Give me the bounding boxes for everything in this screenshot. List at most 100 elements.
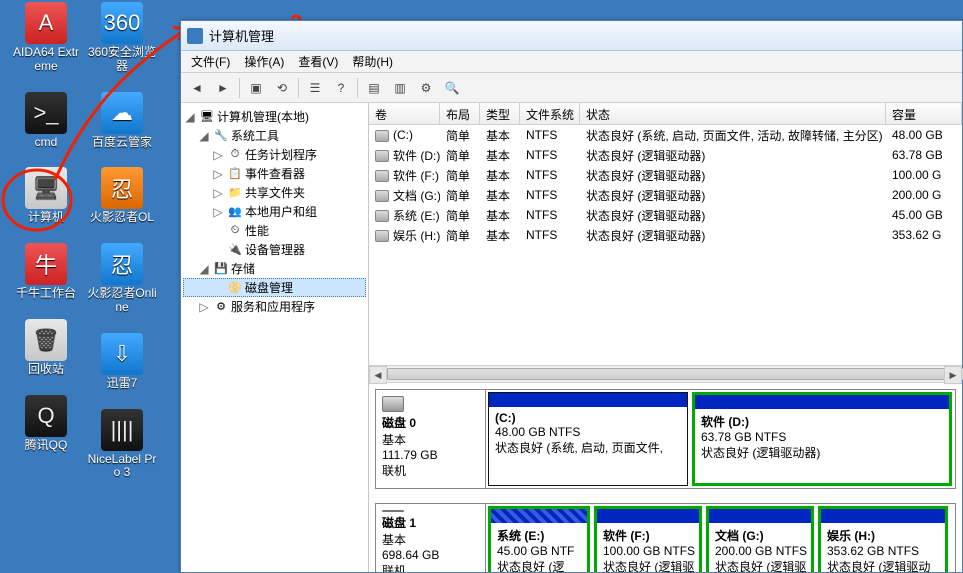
desktop-icon[interactable]: ||||NiceLabel Pro 3 [86,409,158,481]
icon-label: 腾讯QQ [25,439,68,453]
volume-icon [375,210,389,222]
app-icon: Q [25,395,67,437]
tree-root[interactable]: ◢🖥计算机管理(本地) [183,107,366,126]
icon-label: 计算机 [28,211,64,225]
disk-graphical-view: 磁盘 0 基本 111.79 GB 联机 (C:)48.00 GB NTFS状态… [369,383,962,572]
volume-row[interactable]: 软件 (F:)简单基本NTFS状态良好 (逻辑驱动器)100.00 G [369,165,962,185]
tree-disk-management[interactable]: 📀磁盘管理 [183,278,366,297]
disk-0-header: 磁盘 0 基本 111.79 GB 联机 [376,390,486,488]
app-icon [187,28,203,44]
tree-performance[interactable]: ⏲性能 [183,221,366,240]
icon-label: AIDA64 Extreme [11,46,81,74]
app-icon: 忍 [101,243,143,285]
column-filesystem[interactable]: 文件系统 [520,103,580,124]
app-icon: 🗑 [25,319,67,361]
desktop-icon[interactable]: 🗑回收站 [10,319,82,377]
partition[interactable]: 文档 (G:)200.00 GB NTFS状态良好 (逻辑驱 [706,506,814,572]
desktop-icon[interactable]: 忍火影忍者Online [86,243,158,315]
partition[interactable]: 软件 (F:)100.00 GB NTFS状态良好 (逻辑驱 [594,506,702,572]
settings-button[interactable]: ⚙ [414,76,438,100]
desktop-icon[interactable]: 忍火影忍者OL [86,167,158,225]
desktop-icon[interactable]: >_cmd [10,92,82,150]
titlebar[interactable]: 计算机管理 [181,21,962,51]
volume-list-header: 卷 布局 类型 文件系统 状态 容量 [369,103,962,125]
menu-help[interactable]: 帮助(H) [346,51,399,72]
menu-file[interactable]: 文件(F) [185,51,236,72]
app-icon: 🖥 [25,167,67,209]
column-capacity[interactable]: 容量 [886,103,962,124]
volume-row[interactable]: (C:)简单基本NTFS状态良好 (系统, 启动, 页面文件, 活动, 故障转储… [369,125,962,145]
disk-icon [382,510,404,512]
disk-1-row[interactable]: 磁盘 1 基本 698.64 GB 联机 系统 (E:)45.00 GB NTF… [375,503,956,572]
disk-icon [382,396,404,412]
layout-top-button[interactable]: ▤ [362,76,386,100]
scroll-thumb[interactable] [387,368,963,380]
icon-label: 360安全浏览器 [87,46,157,74]
volume-list: (C:)简单基本NTFS状态良好 (系统, 启动, 页面文件, 活动, 故障转储… [369,125,962,245]
icon-label: cmd [35,136,58,150]
tree-event-viewer[interactable]: ▷📋事件查看器 [183,164,366,183]
tree-system-tools[interactable]: ◢🔧系统工具 [183,126,366,145]
app-icon: ☁ [101,92,143,134]
desktop-icon[interactable]: ☁ 百度云管家 [86,92,158,150]
app-icon: ⇩ [101,333,143,375]
icon-label: 百度云管家 [92,136,152,150]
volume-row[interactable]: 娱乐 (H:)简单基本NTFS状态良好 (逻辑驱动器)353.62 G [369,225,962,245]
tree-task-scheduler[interactable]: ▷⏱任务计划程序 [183,145,366,164]
tree-device-manager[interactable]: 🔌设备管理器 [183,240,366,259]
back-button[interactable]: ◄ [185,76,209,100]
volume-icon [375,130,389,142]
icon-label: 火影忍者OL [90,211,154,225]
desktop-icon[interactable]: Q 腾讯QQ [10,395,82,453]
column-layout[interactable]: 布局 [440,103,480,124]
layout-bottom-button[interactable]: ▥ [388,76,412,100]
volume-icon [375,150,389,162]
icon-label: 千牛工作台 [16,287,76,301]
column-type[interactable]: 类型 [480,103,520,124]
tree-storage[interactable]: ◢💾存储 [183,259,366,278]
horizontal-scrollbar[interactable]: ◀ ▶ [369,365,962,383]
properties-button[interactable]: ☰ [303,76,327,100]
volume-icon [375,230,389,242]
tree-services-apps[interactable]: ▷⚙服务和应用程序 [183,297,366,316]
disk-management-pane: 卷 布局 类型 文件系统 状态 容量 (C:)简单基本NTFS状态良好 (系统,… [369,103,962,572]
desktop-icon[interactable]: ⇩ 迅雷7 [86,333,158,391]
menu-view[interactable]: 查看(V) [292,51,344,72]
refresh-button[interactable]: ⟲ [270,76,294,100]
volume-icon [375,190,389,202]
app-icon: 360 [101,2,143,44]
toolbar: ◄ ► ▣ ⟲ ☰ ? ▤ ▥ ⚙ 🔍 [181,73,962,103]
window-title: 计算机管理 [209,26,274,45]
volume-row[interactable]: 软件 (D:)简单基本NTFS状态良好 (逻辑驱动器)63.78 GB [369,145,962,165]
partition[interactable]: 娱乐 (H:)353.62 GB NTFS状态良好 (逻辑驱动 [818,506,948,572]
volume-icon [375,170,389,182]
icon-label: 迅雷7 [107,377,138,391]
search-button[interactable]: 🔍 [440,76,464,100]
scroll-right-button[interactable]: ▶ [944,366,962,384]
menu-action[interactable]: 操作(A) [238,51,290,72]
partition[interactable]: (C:)48.00 GB NTFS状态良好 (系统, 启动, 页面文件, [488,392,688,486]
up-button[interactable]: ▣ [244,76,268,100]
scroll-left-button[interactable]: ◀ [369,366,387,384]
help-button[interactable]: ? [329,76,353,100]
app-icon: 忍 [101,167,143,209]
column-volume[interactable]: 卷 [369,103,440,124]
tree-shared-folders[interactable]: ▷📁共享文件夹 [183,183,366,202]
icon-label: NiceLabel Pro 3 [87,453,157,481]
tree-local-users[interactable]: ▷👥本地用户和组 [183,202,366,221]
app-icon: >_ [25,92,67,134]
disk-1-header: 磁盘 1 基本 698.64 GB 联机 [376,504,486,572]
app-icon: |||| [101,409,143,451]
desktop-icon[interactable]: 🖥 计算机 [10,167,82,225]
computer-management-window: 计算机管理 文件(F) 操作(A) 查看(V) 帮助(H) ◄ ► ▣ ⟲ ☰ … [180,20,963,573]
partition[interactable]: 软件 (D:)63.78 GB NTFS状态良好 (逻辑驱动器) [692,392,952,486]
desktop-icon[interactable]: AAIDA64 Extreme [10,2,82,74]
volume-row[interactable]: 文档 (G:)简单基本NTFS状态良好 (逻辑驱动器)200.00 G [369,185,962,205]
column-status[interactable]: 状态 [580,103,886,124]
partition[interactable]: 系统 (E:)45.00 GB NTF状态良好 (逻 [488,506,590,572]
desktop-icon[interactable]: 360360安全浏览器 [86,2,158,74]
disk-0-row[interactable]: 磁盘 0 基本 111.79 GB 联机 (C:)48.00 GB NTFS状态… [375,389,956,489]
desktop-icon[interactable]: 牛千牛工作台 [10,243,82,301]
forward-button[interactable]: ► [211,76,235,100]
volume-row[interactable]: 系统 (E:)简单基本NTFS状态良好 (逻辑驱动器)45.00 GB [369,205,962,225]
